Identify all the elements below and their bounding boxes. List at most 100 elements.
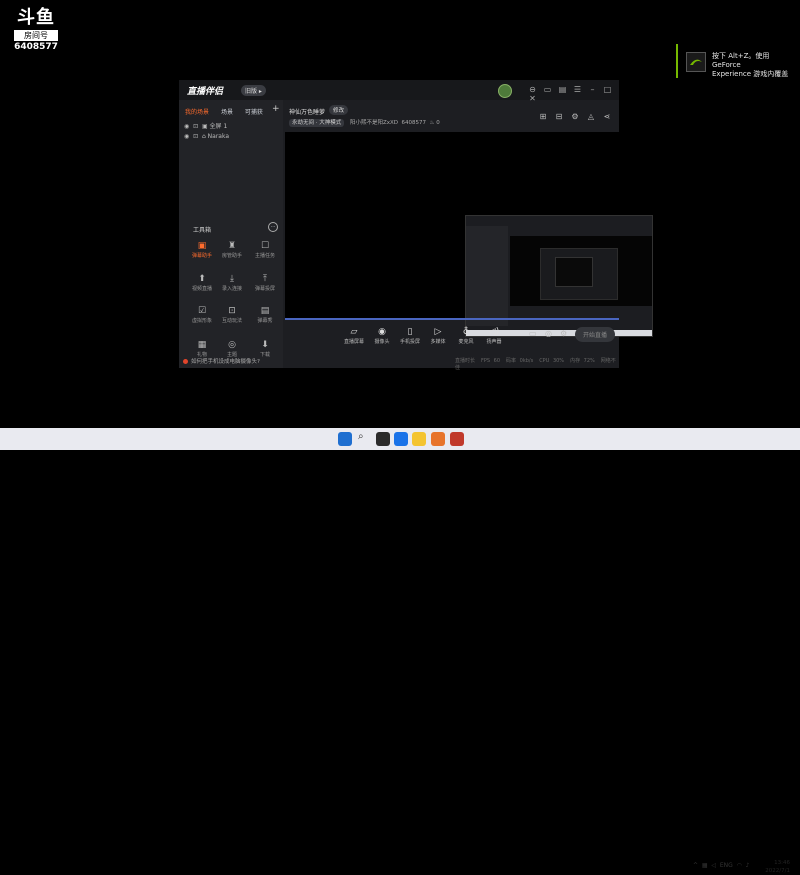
clock[interactable]: 13:46 2022/7/1 xyxy=(752,859,790,875)
monitor-icon: ▣ xyxy=(201,123,208,130)
control-label: 直播屏幕 xyxy=(343,339,364,345)
network-icon[interactable]: ▦ xyxy=(702,862,708,869)
room-title: 神仙万色睡萝 xyxy=(289,109,326,116)
gear-icon[interactable]: ⚙ xyxy=(567,112,583,121)
preview-status-strip xyxy=(285,318,619,320)
start-icon[interactable] xyxy=(338,432,352,446)
source-control[interactable]: ▯ 手机投屏 xyxy=(396,326,424,345)
nvidia-icon xyxy=(686,52,706,72)
video-settings-icon[interactable]: ▭ xyxy=(529,329,537,338)
tip-icon xyxy=(183,359,188,364)
tip-bar[interactable]: 如何把手机设成电脑摄像头? xyxy=(183,357,260,365)
control-label: 麦克风 xyxy=(458,339,474,345)
toast-line1: 按下 Alt+Z。使用 GeForce xyxy=(712,52,770,69)
tool-item[interactable]: ▣ 弹幕助手 xyxy=(187,240,217,259)
user-avatar[interactable] xyxy=(498,84,512,98)
room-meta: 永劫无间 · 大神模式 阳小熙不是阳ZxXD 6408577 ♨ 0 xyxy=(289,118,440,127)
scene-tabs: 我的场景 场景 可捕获 xyxy=(185,107,273,116)
tool-item[interactable]: ☐ 主播任务 xyxy=(250,240,280,259)
tool-item[interactable]: ⤓ 录入连接 xyxy=(217,273,247,292)
gift-icon[interactable]: ▤ xyxy=(555,85,570,94)
tool-item[interactable]: ◎ 主题 xyxy=(217,339,247,358)
tool-item[interactable]: ♜ 房管助手 xyxy=(217,240,247,259)
share-icon[interactable]: ⋖ xyxy=(599,112,615,121)
layout-icon[interactable]: ⊞ xyxy=(535,112,551,121)
scene-item[interactable]: ◉ ⊡ ⌂ Naraka xyxy=(184,133,229,140)
coin-icon[interactable]: ⊖ xyxy=(525,85,540,94)
eye-preview-icon[interactable]: ◎ xyxy=(545,329,552,338)
app-logo: 直播伴侣 xyxy=(187,87,224,97)
douyu-logo: 斗鱼 xyxy=(17,7,55,28)
status-bar: 直播时长 FPS 60 码率 0kb/s CPU 30% 内存 72% 网络不佳 xyxy=(455,357,619,371)
room-label: 房间号 xyxy=(14,30,58,41)
nested-left-panel xyxy=(466,226,508,326)
douyu-app-icon[interactable] xyxy=(431,432,445,446)
tab-my-scenes[interactable]: 我的场景 xyxy=(185,109,209,116)
status-item: FPS 60 xyxy=(481,358,501,364)
lock-icon[interactable]: ⊡ xyxy=(193,123,198,130)
add-scene-button[interactable]: + xyxy=(272,104,280,114)
streaming-app-window: 直播伴侣 旧版 ▸ ⊖ ▭ ▤ ☰ – □✕ 我的场景 场景 可捕获 + ◉ ⊡ ▣ 全屏… xyxy=(179,80,653,371)
source-control[interactable]: ▷ 多媒体 xyxy=(424,326,452,345)
language-indicator[interactable]: ENG xyxy=(720,862,733,869)
message-icon[interactable]: ▭ xyxy=(540,85,555,94)
volume-icon[interactable]: ◁ xyxy=(711,862,716,869)
chevron-up-icon[interactable]: ^ xyxy=(693,862,698,869)
tool-item[interactable]: ▤ 弹幕秀 xyxy=(250,305,280,324)
stream-preview[interactable] xyxy=(285,132,653,337)
room-category[interactable]: 永劫无间 · 大神模式 xyxy=(289,119,345,127)
tab-capture[interactable]: 可捕获 xyxy=(245,109,263,116)
close-icon[interactable]: ✕ xyxy=(525,94,540,103)
nvidia-toast[interactable]: 按下 Alt+Z。使用 GeForce Experience 游戏内覆盖 xyxy=(712,52,797,79)
system-tray[interactable]: ^ ▦ ◁ ENG ◠ ♪ xyxy=(693,862,750,869)
wifi-icon[interactable]: ◠ xyxy=(737,862,742,869)
lock-icon[interactable]: ⊡ xyxy=(193,133,198,140)
source-control[interactable]: ◁) 扬声器 xyxy=(480,326,508,345)
tool-item[interactable]: ⬇ 下载 xyxy=(250,339,280,358)
eye-icon[interactable]: ◉ xyxy=(184,133,189,140)
tool-icon: ▦ xyxy=(197,340,207,350)
edit-room-button[interactable]: 修改 xyxy=(329,105,349,115)
tool-item[interactable]: ▦ 礼物 xyxy=(187,339,217,358)
windows-taskbar: ⌕ ^ ▦ ◁ ENG ◠ ♪ 13:46 2022/7/1 xyxy=(0,428,800,874)
search-icon[interactable]: ⌕ xyxy=(358,431,364,442)
control-label: 扬声器 xyxy=(486,339,502,345)
minimize-icon[interactable]: – xyxy=(585,85,600,94)
control-icon: ◁) xyxy=(488,327,500,337)
maximize-icon[interactable]: □ xyxy=(600,85,615,94)
widgets-icon[interactable] xyxy=(394,432,408,446)
streaming-app-icon[interactable] xyxy=(450,432,464,446)
nested-preview-inner xyxy=(540,248,618,300)
tool-label: 下载 xyxy=(259,352,270,358)
room-hot: 0 xyxy=(436,120,440,126)
scene-item[interactable]: ◉ ⊡ ▣ 全屏 1 xyxy=(184,121,227,130)
speaker-icon[interactable]: ♪ xyxy=(746,862,750,869)
bell-icon[interactable]: ◬ xyxy=(583,112,599,121)
source-control[interactable]: ◉ 摄像头 xyxy=(368,326,396,345)
source-control[interactable]: ▱ 直播屏幕 xyxy=(340,326,368,345)
grid-icon[interactable]: ⊟ xyxy=(551,112,567,121)
tool-item[interactable]: ⊡ 互动玩法 xyxy=(217,305,247,324)
version-badge[interactable]: 旧版 ▸ xyxy=(241,85,266,96)
room-number: 6408577 xyxy=(14,42,58,52)
file-explorer-icon[interactable] xyxy=(412,432,426,446)
go-live-button[interactable]: 开始直播 xyxy=(575,327,616,342)
settings-icon[interactable]: ☰ xyxy=(570,85,585,94)
control-icon: ▷ xyxy=(434,327,442,337)
tab-scenes[interactable]: 场景 xyxy=(221,109,233,116)
eye-icon[interactable]: ◉ xyxy=(184,123,189,130)
douyu-watermark: 斗鱼 房间号 6408577 xyxy=(14,8,58,52)
more-tools-icon[interactable]: ··· xyxy=(268,222,278,232)
tool-item[interactable]: ⬆ 视频直播 xyxy=(187,273,217,292)
tool-item[interactable]: ☑ 虚拟形象 xyxy=(187,305,217,324)
toast-accent-bar xyxy=(676,44,678,78)
title-bar: 直播伴侣 旧版 ▸ ⊖ ▭ ▤ ☰ – □ ✕ xyxy=(179,80,619,103)
tool-item[interactable]: ⤒ 弹幕投屏 xyxy=(250,273,280,292)
toolbox-label: 工具箱 xyxy=(193,227,212,234)
task-view-icon[interactable] xyxy=(376,432,390,446)
toast-line2: Experience 游戏内覆盖 xyxy=(712,70,789,78)
scene-name: Naraka xyxy=(207,133,230,140)
settings-gear-icon[interactable]: ⚙ xyxy=(560,329,567,338)
clock-date: 2022/7/1 xyxy=(765,868,790,874)
source-control[interactable]: ♁ 麦克风 xyxy=(452,326,480,345)
